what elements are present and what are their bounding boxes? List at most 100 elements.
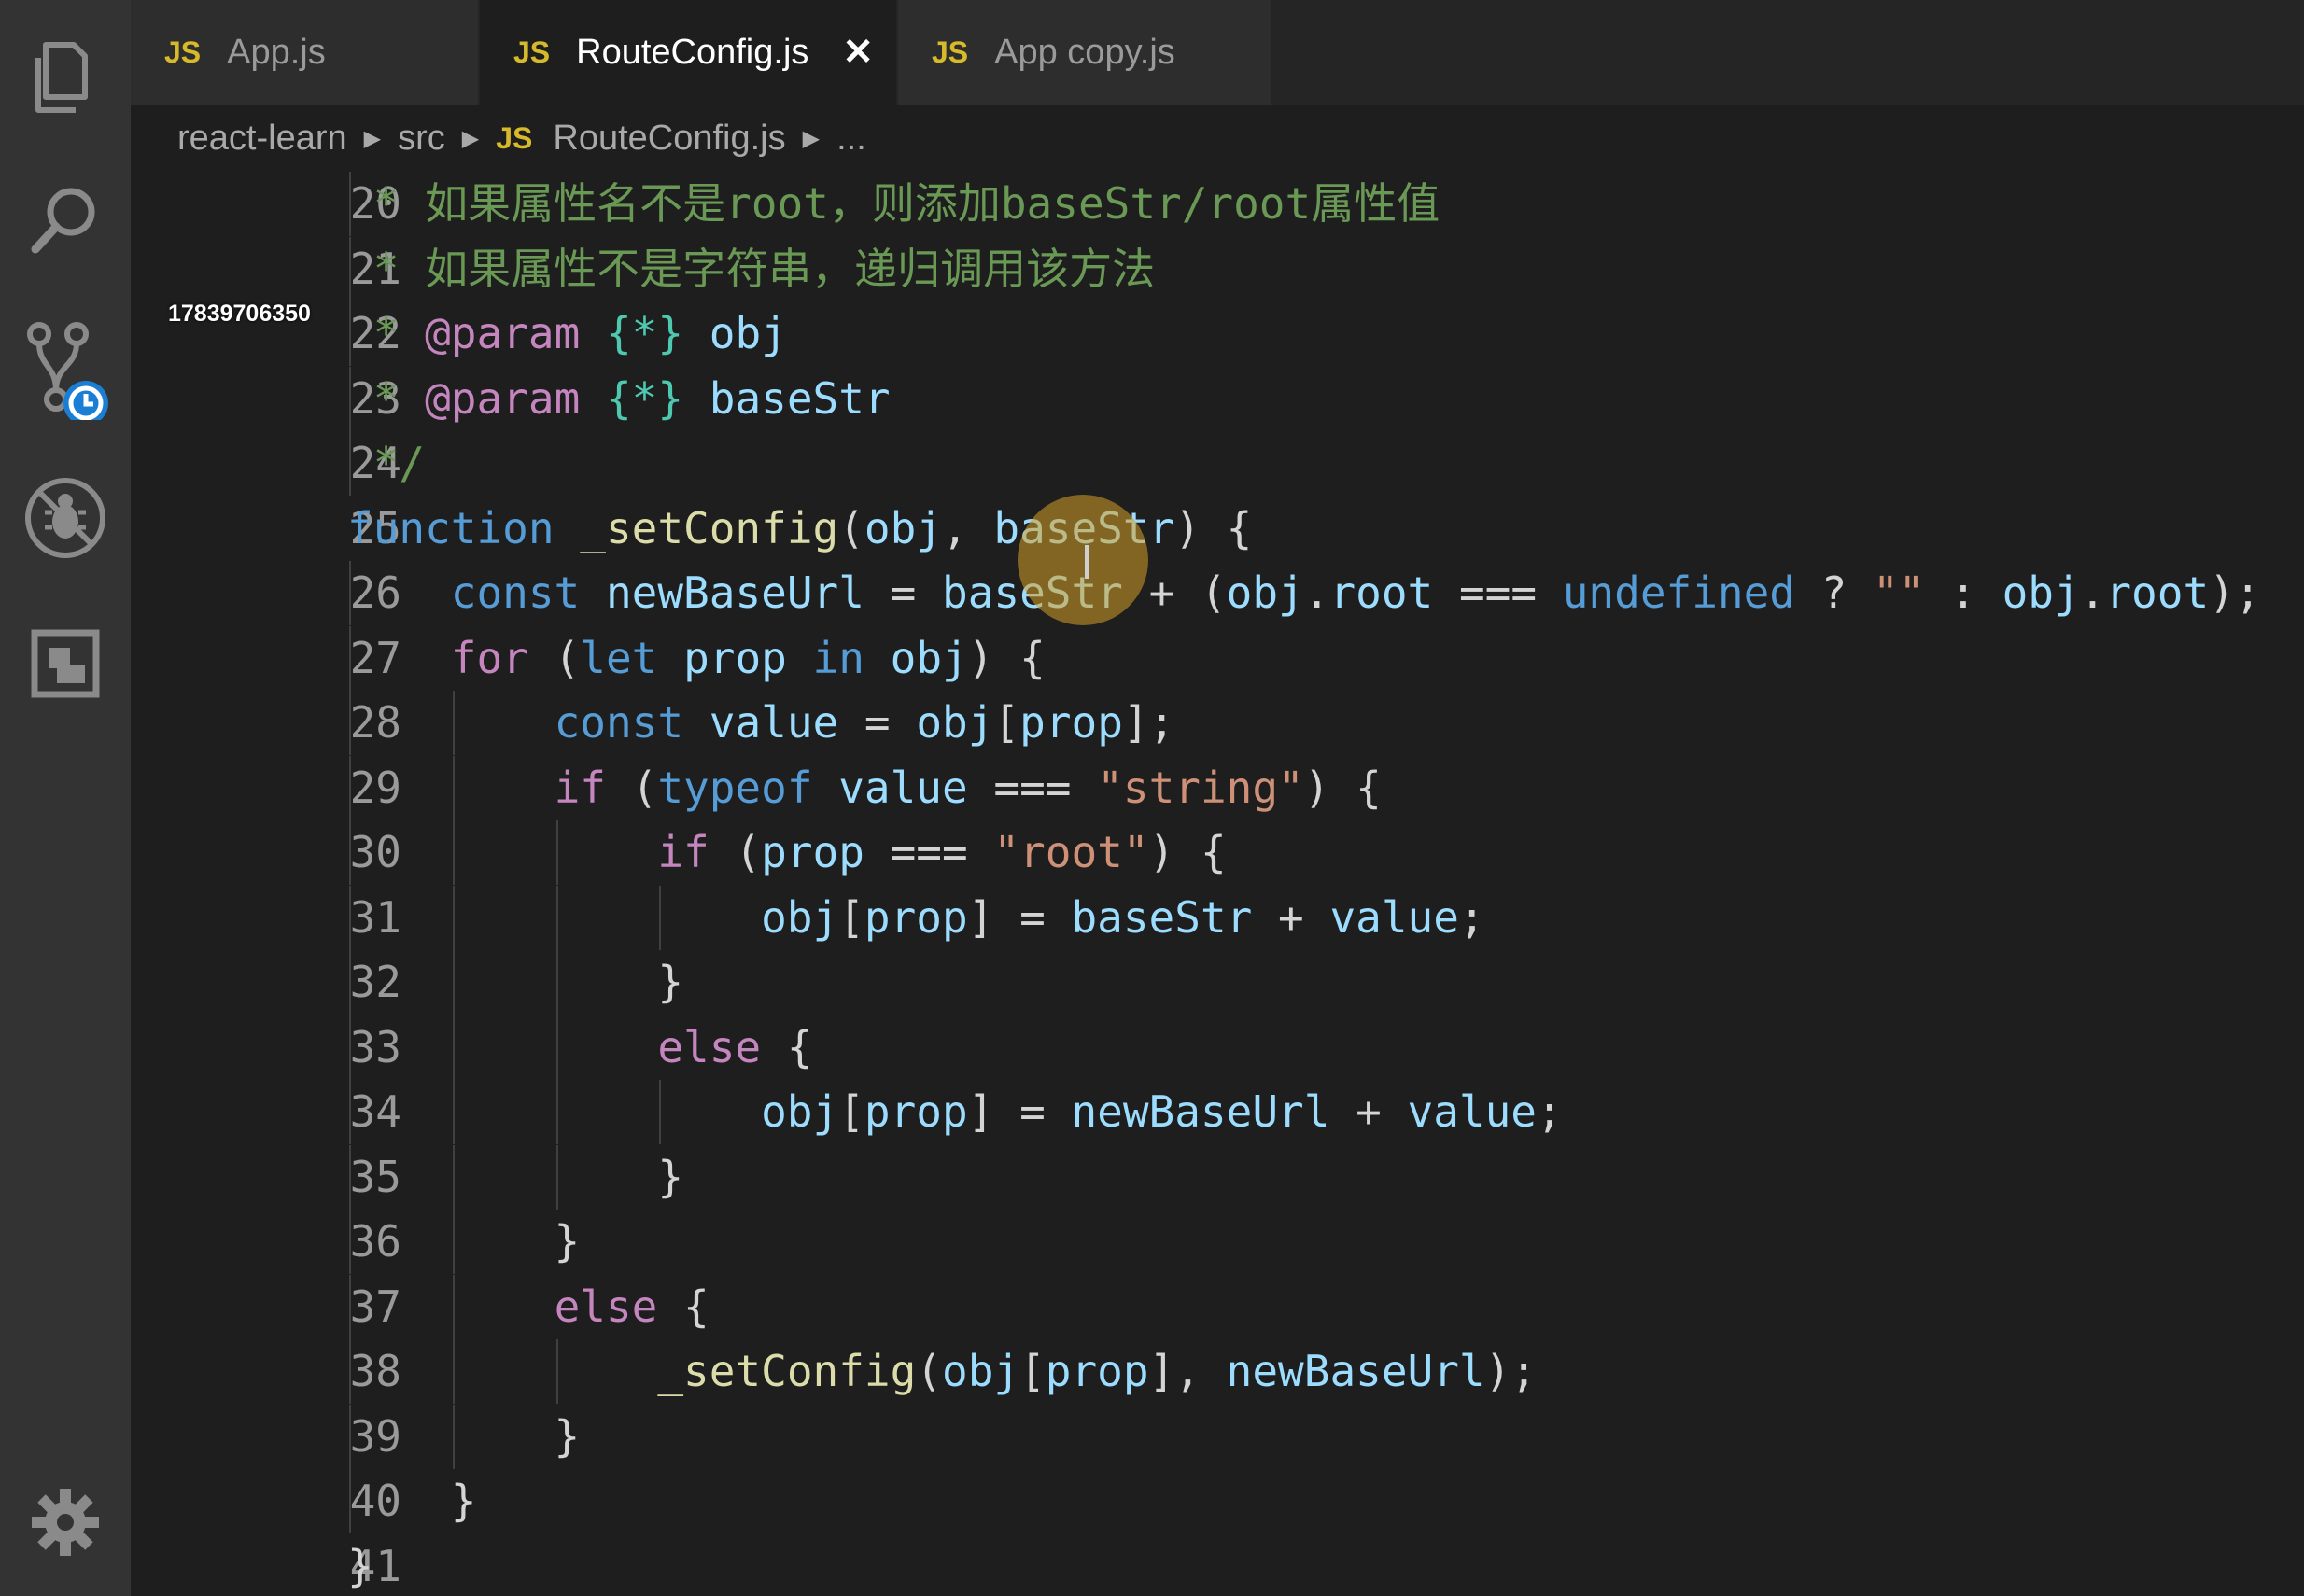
code-line[interactable]: 29 if (typeof value === "string") {: [131, 755, 2304, 820]
explorer-icon[interactable]: [0, 17, 131, 138]
gear-icon[interactable]: [0, 1462, 131, 1583]
code-token: function: [347, 502, 555, 553]
code-token: value: [838, 762, 968, 813]
breadcrumb-subfolder[interactable]: src: [398, 119, 445, 159]
code-line[interactable]: 33 else {: [131, 1015, 2304, 1080]
code-token: {*}: [605, 372, 684, 424]
code-line[interactable]: 32 }: [131, 950, 2304, 1015]
tab-app-js[interactable]: JS App.js: [131, 0, 478, 105]
code-editor[interactable]: 20 * 如果属性名不是root，则添加baseStr/root属性值 21 * …: [131, 172, 2304, 1596]
code-token: .: [2079, 567, 2106, 618]
breadcrumb-more[interactable]: ...: [836, 119, 866, 159]
chevron-right-icon: ▶: [461, 125, 480, 151]
code-token: }: [347, 1216, 581, 1267]
extensions-icon[interactable]: [0, 603, 131, 724]
code-token: prop: [761, 827, 864, 877]
code-token: for: [450, 632, 528, 683]
code-line[interactable]: 28 const value = obj[prop];: [131, 691, 2304, 755]
code-text: }: [347, 1145, 683, 1210]
code-line[interactable]: 36 }: [131, 1210, 2304, 1274]
code-line[interactable]: 35 }: [131, 1144, 2304, 1210]
code-token: (: [527, 632, 581, 683]
activity-bar: [0, 0, 131, 1596]
code-token: prop: [864, 891, 968, 943]
code-token: * 如果属性不是字符串，递归调用该方法: [347, 243, 1156, 294]
code-line[interactable]: 31 obj[prop] = baseStr + value;: [131, 885, 2304, 950]
code-token: :: [1924, 567, 2002, 618]
code-line[interactable]: 21 * 如果属性不是字符串，递归调用该方法: [131, 236, 2304, 301]
code-text: */: [347, 431, 425, 496]
breadcrumb-file[interactable]: RouteConfig.js: [553, 119, 785, 159]
breadcrumb-folder[interactable]: react-learn: [177, 119, 347, 159]
code-token: *: [347, 372, 426, 424]
code-text: * @param {*} baseStr: [347, 367, 891, 431]
code-token: newBaseUrl: [605, 567, 864, 618]
code-token: ;: [1458, 891, 1485, 943]
code-text: if (prop === "root") {: [347, 820, 1226, 885]
code-token: {: [761, 1021, 813, 1072]
code-token: (: [605, 762, 658, 813]
code-token: (: [916, 1346, 942, 1396]
code-token: prop: [683, 632, 787, 683]
code-token: ,: [942, 502, 994, 553]
code-token: [: [993, 697, 1020, 748]
code-line[interactable]: 26 const newBaseUrl = baseStr + (obj.roo…: [131, 561, 2304, 625]
code-token: (: [838, 502, 864, 553]
code-token: }: [347, 1151, 684, 1202]
code-token: * 如果属性名不是root，则添加baseStr/root属性值: [347, 178, 1440, 229]
code-token: root: [1329, 567, 1434, 618]
code-token: =: [838, 697, 917, 748]
code-line[interactable]: 39 }: [131, 1404, 2304, 1469]
code-token: const: [554, 697, 684, 748]
code-token: if: [657, 827, 709, 877]
code-line[interactable]: 41}: [131, 1534, 2304, 1596]
code-line[interactable]: 22 * @param {*} obj: [131, 301, 2304, 366]
tab-app-copy-js[interactable]: JS App copy.js: [898, 0, 1271, 105]
debug-icon[interactable]: [0, 457, 131, 579]
watermark: 17839706350: [168, 301, 311, 327]
search-icon[interactable]: [0, 159, 131, 280]
code-line[interactable]: 34 obj[prop] = newBaseUrl + value;: [131, 1080, 2304, 1144]
code-token: typeof: [657, 762, 813, 813]
close-icon[interactable]: ✕: [842, 31, 874, 74]
code-text: for (let prop in obj) {: [347, 626, 1046, 691]
code-line[interactable]: 30 if (prop === "root") {: [131, 820, 2304, 885]
code-line[interactable]: 37 else {: [131, 1274, 2304, 1339]
chevron-right-icon: ▶: [363, 125, 382, 151]
code-token: let: [580, 632, 658, 683]
code-token: _setConfig: [580, 502, 839, 553]
code-line[interactable]: 40 }: [131, 1469, 2304, 1533]
code-token: */: [347, 438, 426, 488]
code-line[interactable]: 23 * @param {*} baseStr: [131, 366, 2304, 431]
chevron-right-icon: ▶: [802, 125, 821, 151]
code-line[interactable]: 20 * 如果属性名不是root，则添加baseStr/root属性值: [131, 172, 2304, 236]
code-line[interactable]: 27 for (let prop in obj) {: [131, 625, 2304, 691]
code-token: @param: [425, 308, 581, 358]
code-token: prop: [864, 1086, 968, 1137]
code-text: }: [347, 1469, 477, 1533]
code-token: value: [1329, 891, 1459, 943]
code-text: obj[prop] = newBaseUrl + value;: [347, 1080, 1563, 1144]
code-token: ) {: [967, 632, 1046, 683]
code-line[interactable]: 38 _setConfig(obj[prop], newBaseUrl);: [131, 1339, 2304, 1404]
code-token: if: [554, 762, 606, 813]
code-token: obj: [761, 1086, 839, 1137]
code-line[interactable]: 25function _setConfig(obj, baseStr) {: [131, 497, 2304, 561]
source-control-icon[interactable]: [0, 308, 131, 429]
code-line[interactable]: 24 */: [131, 431, 2304, 496]
tab-routeconfig-js[interactable]: JS RouteConfig.js ✕: [480, 0, 896, 105]
code-token: (: [709, 827, 762, 877]
code-token: newBaseUrl: [1071, 1086, 1330, 1137]
code-token: ;: [1537, 1086, 1563, 1137]
code-text: const value = obj[prop];: [347, 691, 1175, 755]
code-token: {: [657, 1281, 709, 1332]
code-token: *: [347, 308, 426, 358]
code-token: else: [554, 1281, 658, 1332]
